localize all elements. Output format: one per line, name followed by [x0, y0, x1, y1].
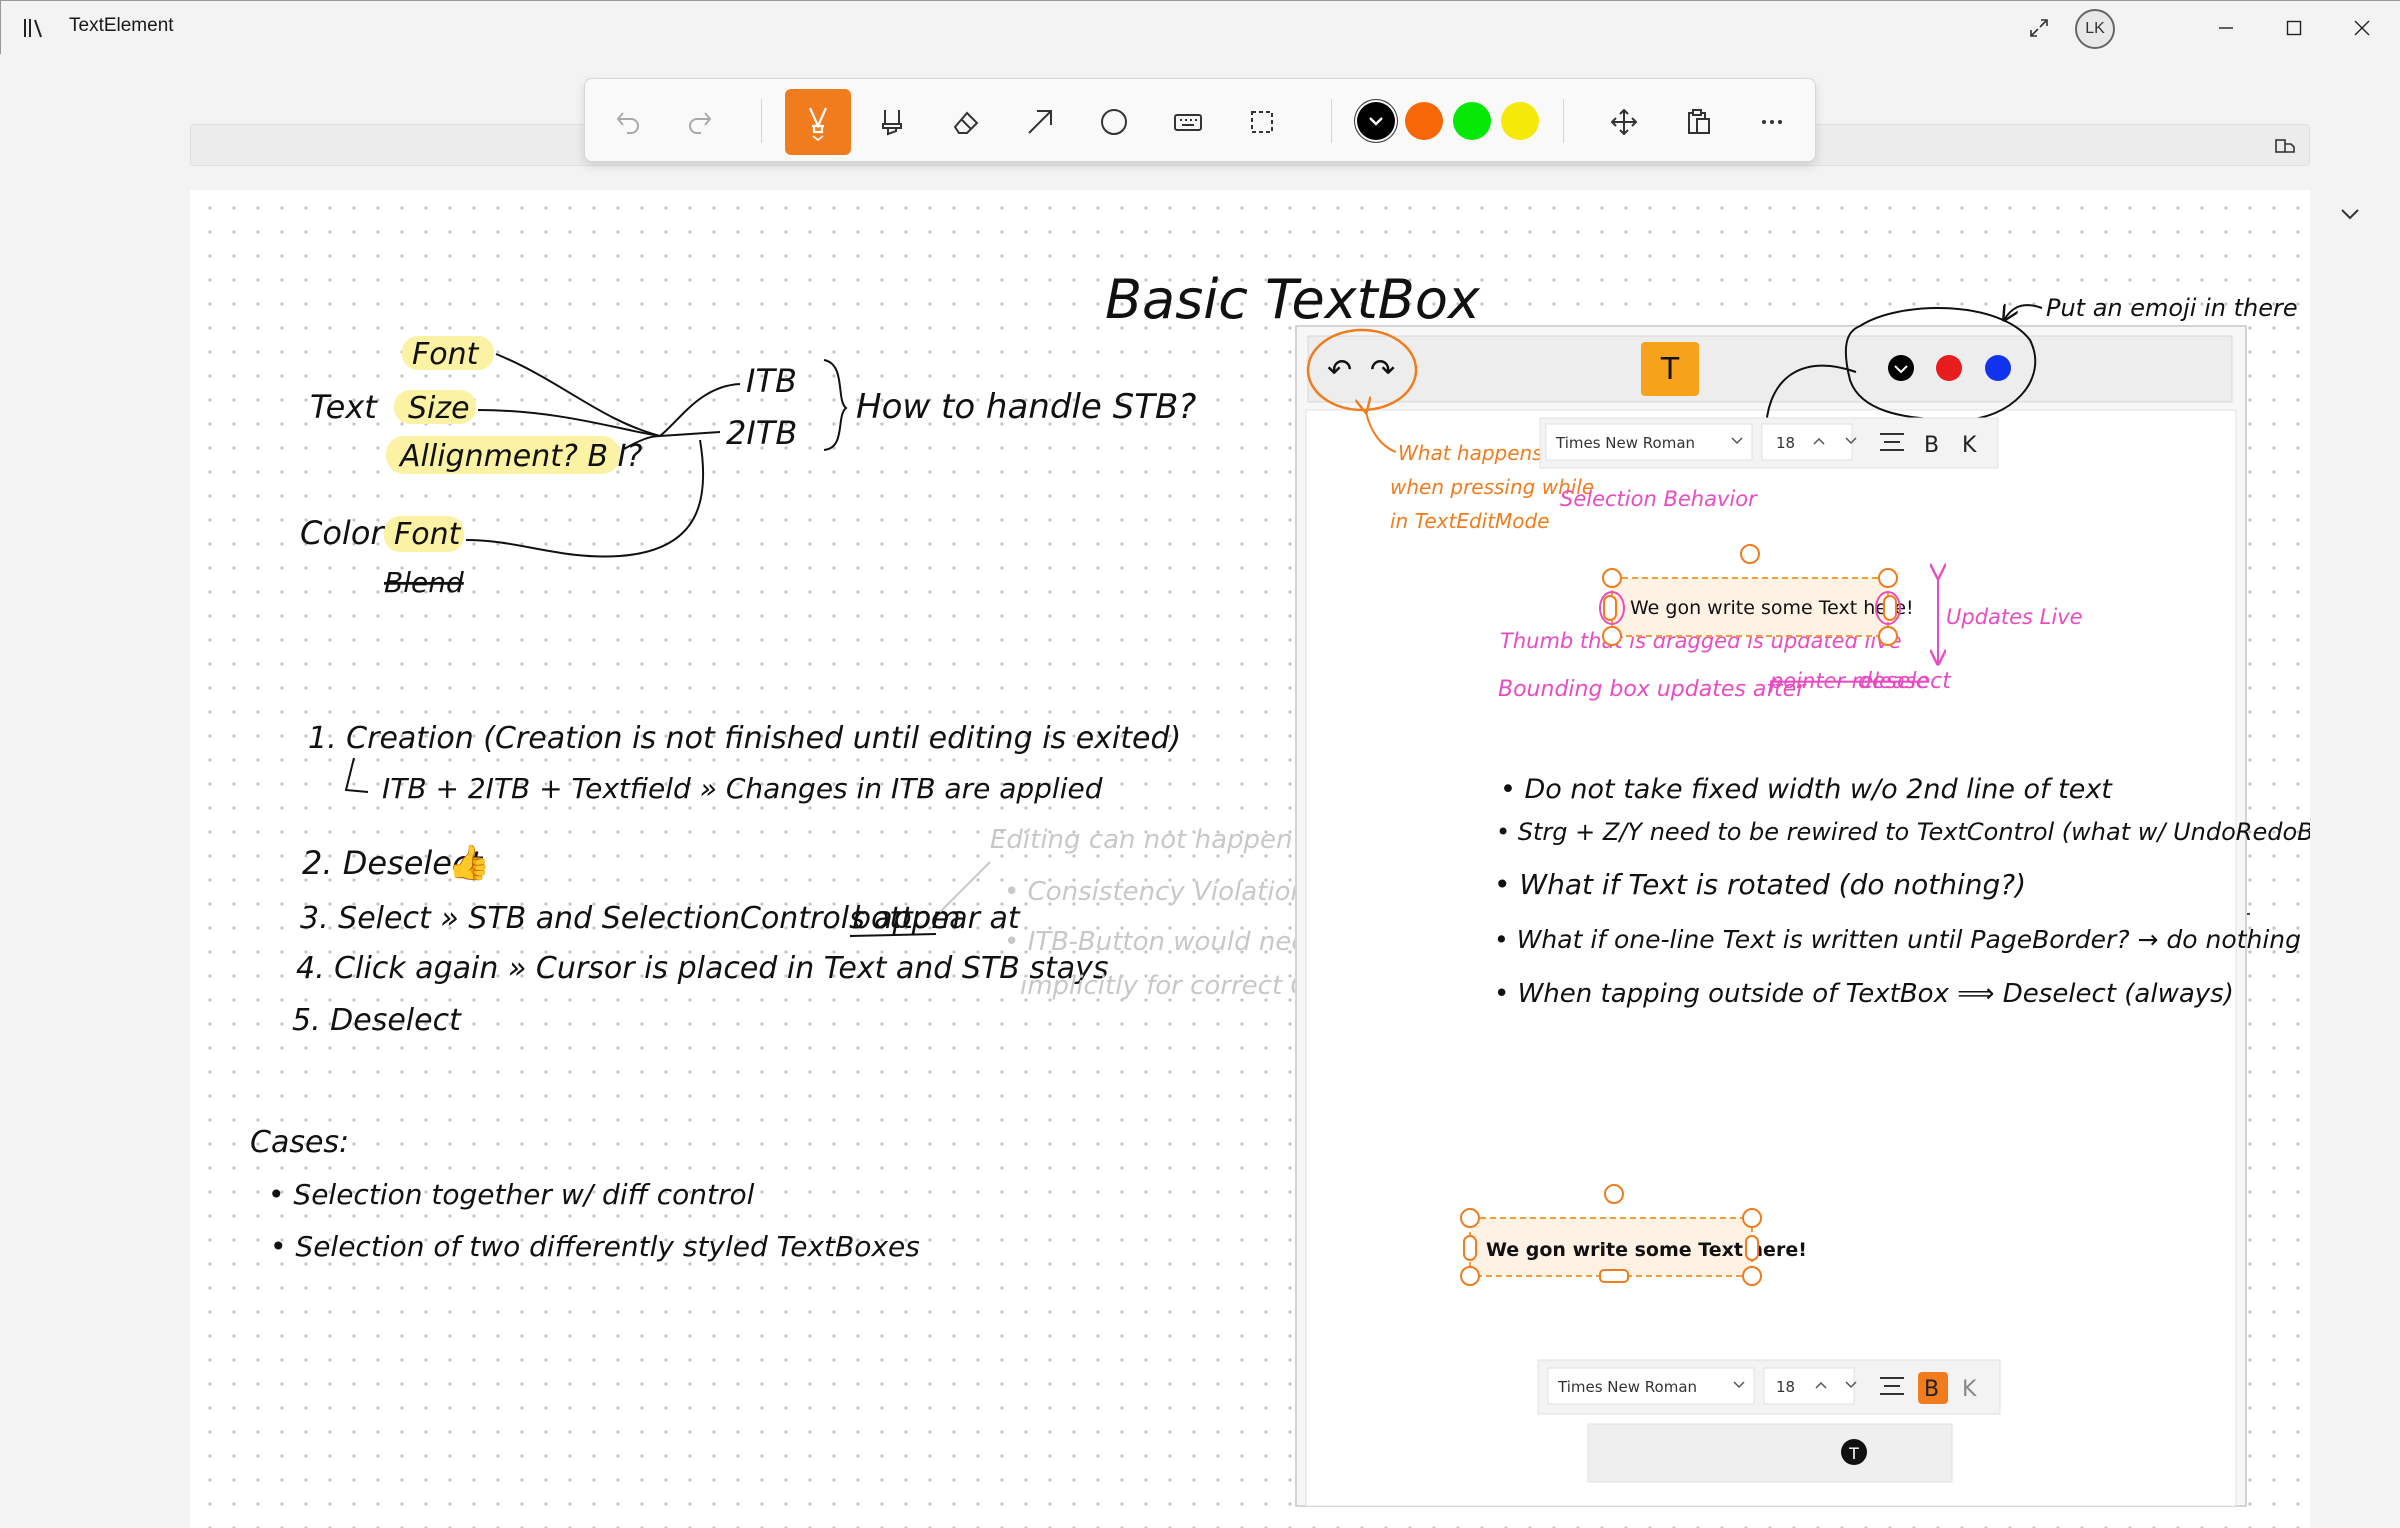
mind-map-text-font: Font — [412, 337, 480, 372]
svg-text:K: K — [1962, 433, 1977, 458]
avatar[interactable]: LK — [2075, 9, 2115, 49]
thumbs-up-doodle: 👍 — [448, 843, 490, 883]
mind-map-2itb: 2ITB — [726, 414, 797, 452]
keyboard-tool-button[interactable] — [1155, 89, 1221, 155]
redo-icon — [689, 112, 712, 134]
svg-text:B: B — [1924, 433, 1939, 458]
mind-map-blend: Blend — [384, 566, 464, 599]
undo-icon — [616, 112, 639, 134]
close-icon — [2354, 20, 2370, 36]
mind-map-color-font: Font — [394, 517, 462, 552]
color-swatch-black[interactable] — [1357, 102, 1395, 140]
mind-map-question: How to handle STB? — [856, 387, 1196, 427]
mind-map-color-label: Color — [300, 514, 385, 552]
highlighter-icon — [882, 110, 902, 136]
svg-text:↷: ↷ — [1370, 353, 1395, 388]
shape-tool-button[interactable] — [1081, 89, 1147, 155]
pan-button[interactable] — [1591, 89, 1657, 155]
more-icon — [1762, 120, 1782, 124]
step-1: 1. Creation (Creation is not finished un… — [308, 721, 1181, 756]
keyboard-icon — [1174, 114, 1202, 131]
svg-text:• Strg + Z/Y need to be rewire: • Strg + Z/Y need to be rewired to TextC… — [1496, 818, 2310, 846]
svg-text:• When tapping outside of Text: • When tapping outside of TextBox ⟹ Dese… — [1494, 979, 2234, 1009]
svg-text:↶: ↶ — [1327, 353, 1352, 388]
svg-text:T: T — [1848, 1444, 1859, 1463]
cloud-sync-icon[interactable] — [2272, 132, 2298, 158]
arrow-tool-button[interactable] — [1007, 89, 1073, 155]
minimize-icon — [2219, 27, 2233, 29]
svg-text:Times New Roman: Times New Roman — [1555, 434, 1695, 452]
svg-text:• What if one-line Text is wri: • What if one-line Text is written until… — [1494, 925, 2301, 954]
svg-text:18: 18 — [1776, 1378, 1795, 1396]
circle-icon — [1101, 109, 1127, 135]
maximize-button[interactable] — [2259, 1, 2329, 55]
case-2: • Selection of two differently styled Te… — [270, 1230, 920, 1263]
mind-map-text-label: Text — [310, 388, 378, 426]
maximize-icon — [2286, 20, 2302, 36]
lasso-select-icon — [1251, 111, 1273, 133]
title-bar: TextElement LK — [0, 0, 2400, 54]
case-1: • Selection together w/ diff control — [268, 1178, 755, 1211]
step-1-sub: ITB + 2ITB + Textfield » Changes in ITB … — [382, 772, 1103, 805]
note-canvas[interactable]: Basic TextBox Font Text Size Allignment?… — [190, 190, 2310, 1528]
color-swatch-yellow[interactable] — [1501, 102, 1539, 140]
arrow-icon — [1028, 110, 1052, 134]
svg-text:Selection Behavior: Selection Behavior — [1560, 487, 1758, 511]
svg-text:in TextEditMode: in TextEditMode — [1390, 509, 1550, 533]
svg-text:18: 18 — [1776, 434, 1795, 452]
eraser-icon — [953, 111, 979, 134]
library-icon[interactable] — [23, 17, 45, 39]
move-icon — [1610, 108, 1638, 136]
paste-button[interactable] — [1665, 89, 1731, 155]
mind-map-text-size: Size — [408, 391, 470, 426]
pen-tool-button[interactable] — [785, 89, 851, 155]
expand-icon — [2030, 19, 2048, 37]
color-swatch-orange[interactable] — [1405, 102, 1443, 140]
redo-button[interactable] — [667, 89, 733, 155]
svg-text:K: K — [1962, 1377, 1977, 1402]
svg-text:deselect: deselect — [1858, 669, 1952, 694]
svg-text:• Consistency Violation: • Consistency Violation — [1004, 877, 1307, 907]
note-title: Basic TextBox — [1105, 268, 1481, 331]
minimize-button[interactable] — [2191, 1, 2261, 55]
svg-text:Bounding box updates after: Bounding box updates after — [1498, 677, 1807, 702]
more-button[interactable] — [1739, 89, 1805, 155]
mind-map-text-align: Allignment? B I? — [398, 439, 642, 474]
step-1-sub-arrow — [344, 757, 369, 793]
emoji-note: Put an emoji in there — [2046, 294, 2298, 322]
ink-toolbar — [584, 78, 1816, 162]
svg-text:What happens: What happens — [1398, 441, 1543, 465]
app-title: TextElement — [69, 15, 174, 36]
svg-text:Updates Live: Updates Live — [1946, 605, 2083, 629]
mind-map-itb: ITB — [746, 362, 797, 400]
fullscreen-button[interactable] — [1999, 1, 2079, 55]
svg-text:B: B — [1924, 1377, 1939, 1402]
pen-icon — [808, 107, 828, 141]
lasso-select-button[interactable] — [1229, 89, 1295, 155]
chevron-down-icon[interactable] — [2336, 200, 2364, 228]
svg-text:Times New Roman: Times New Roman — [1557, 1378, 1697, 1396]
svg-text:T: T — [1660, 352, 1680, 387]
svg-text:We gon write some Text here!: We gon write some Text here! — [1630, 597, 1914, 619]
svg-text:• What if Text is rotated (do: • What if Text is rotated (do nothing?) — [1494, 868, 2026, 901]
format-bar-top: Times New Roman 18 B K — [1539, 417, 1999, 469]
step-4: 4. Click again » Cursor is placed in Tex… — [296, 951, 1109, 986]
eraser-tool-button[interactable] — [933, 89, 999, 155]
emoji-arrow — [2004, 305, 2043, 320]
chevron-down-icon — [1369, 117, 1383, 126]
step-5: 5. Deselect — [292, 1003, 462, 1038]
ink-layer: Basic TextBox Font Text Size Allignment?… — [250, 268, 2310, 1507]
close-button[interactable] — [2327, 1, 2397, 55]
highlighter-tool-button[interactable] — [859, 89, 925, 155]
mockup-frame: T ↶ ↷ — [1295, 325, 2247, 1507]
color-swatch-green[interactable] — [1453, 102, 1491, 140]
step-3-bottom: bottom — [852, 901, 961, 936]
cases-title: Cases: — [250, 1125, 349, 1160]
clipboard-icon — [1688, 109, 1710, 134]
svg-text:• Do not take fixed width w/o: • Do not take fixed width w/o 2nd line o… — [1500, 774, 2113, 805]
undo-button[interactable] — [595, 89, 661, 155]
